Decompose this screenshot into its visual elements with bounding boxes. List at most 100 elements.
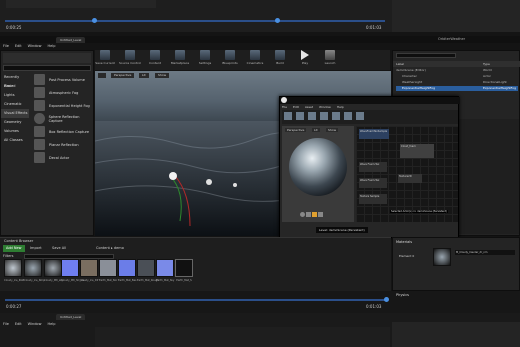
list-item[interactable]: Exponential Height Fog (31, 99, 93, 112)
asset-thumbnail[interactable] (24, 259, 42, 277)
mat-vp-perspective[interactable]: Perspective (285, 128, 307, 132)
mat-menu-asset[interactable]: Asset (305, 105, 313, 109)
asset-thumbnail[interactable] (61, 259, 79, 277)
build-icon (275, 50, 285, 60)
mat-find-button[interactable] (296, 112, 304, 120)
graph-node[interactable]: Wave Foam.Tex (359, 178, 387, 188)
breadcrumb-demo[interactable]: demo (114, 246, 124, 250)
add-new-button[interactable]: Add New (3, 245, 25, 252)
col-label[interactable]: Label (396, 61, 404, 67)
filters-button[interactable]: Filters (3, 254, 14, 258)
top-timeline-handle[interactable] (92, 18, 97, 23)
mat-home-button[interactable] (332, 112, 340, 120)
menu-edit[interactable]: Edit (15, 44, 22, 48)
top-timeline-handle-2[interactable] (275, 18, 280, 23)
list-item[interactable]: Post Process Volume (31, 73, 93, 86)
graph-node[interactable]: Cloud_foam (400, 144, 434, 158)
class-search-input[interactable] (3, 65, 91, 71)
graph-node[interactable]: WaveFoamTexSample (359, 129, 389, 139)
asset-thumbnail[interactable] (4, 259, 22, 277)
mat-apply-button[interactable] (308, 112, 316, 120)
content-button[interactable]: Content (148, 50, 162, 68)
table-row[interactable]: WeatherLight DirectionalLight (396, 80, 518, 85)
col-type[interactable]: Type (483, 61, 490, 67)
asset-thumbnail[interactable] (44, 259, 62, 277)
bottom-timeline-handle[interactable] (384, 297, 389, 302)
build-button[interactable]: Build (273, 50, 287, 68)
list-item[interactable]: Atmospheric Fog (31, 86, 93, 99)
category-cinematic[interactable]: Cinematic (1, 100, 29, 109)
mat-search-button[interactable] (320, 112, 328, 120)
marketplace-button[interactable]: Marketplace (171, 50, 189, 68)
source-control-button[interactable]: Source Control (119, 50, 141, 68)
mat-menu-file[interactable]: File (282, 105, 287, 109)
asset-thumbnail[interactable] (156, 259, 174, 277)
category-lights[interactable]: Lights (1, 91, 29, 100)
asset-thumbnail[interactable] (175, 259, 193, 277)
list-item[interactable]: Decal Actor (31, 151, 93, 164)
top-timeline-track[interactable] (5, 20, 385, 22)
cube-shape-icon[interactable] (306, 212, 311, 217)
table-row[interactable]: ExponentialHeightFog ExponentialHeightFog (396, 86, 518, 91)
cinematics-button[interactable]: Cinematics (247, 50, 263, 68)
asset-thumbnail[interactable] (137, 259, 155, 277)
asset-thumbnail[interactable] (80, 259, 98, 277)
list-item[interactable]: Planar Reflection (31, 138, 93, 151)
category-recently-placed[interactable]: Recently Placed (1, 73, 29, 88)
mat-vp-show[interactable]: Show (326, 128, 339, 132)
save-current-button[interactable]: Save Current (95, 50, 115, 68)
graph-node[interactable]: Wave Foam.Tex (359, 162, 387, 172)
mat-connectors-button[interactable] (356, 112, 364, 120)
cylinder-shape-icon[interactable] (318, 212, 323, 217)
save-all-button[interactable]: Save All (52, 246, 66, 250)
material-preview[interactable]: Perspective Lit Show (282, 126, 354, 222)
editor-tab[interactable]: Untitled_Level (56, 37, 86, 43)
material-graph[interactable]: WaveFoamTexSample Cloud_foam Wave Foam.T… (356, 126, 458, 222)
content-icon (150, 50, 160, 60)
play-button[interactable]: Play (298, 50, 312, 68)
breadcrumb-content[interactable]: Content (96, 246, 110, 250)
plane-shape-icon[interactable] (312, 212, 317, 217)
category-all-classes[interactable]: All Classes (1, 136, 29, 145)
viewport-lit[interactable]: Lit (139, 73, 149, 78)
list-item[interactable]: Sphere Reflection Capture (31, 112, 93, 125)
bottom-time-right: 0:01:03 (366, 304, 382, 309)
table-row[interactable]: Character Actor (396, 74, 518, 79)
outliner-header: Label Type (393, 61, 520, 67)
mat-menu-help[interactable]: Help (337, 105, 344, 109)
asset-thumbnail[interactable] (99, 259, 117, 277)
mat-cleanup-button[interactable] (344, 112, 352, 120)
table-row[interactable]: demoScene (Editor) World (396, 68, 518, 73)
post-process-icon (34, 74, 45, 85)
sphere-shape-icon[interactable] (300, 212, 305, 217)
menu-window[interactable]: Window (28, 44, 42, 48)
mat-vp-lit[interactable]: Lit (312, 128, 320, 132)
list-item[interactable]: Box Reflection Capture (31, 125, 93, 138)
launch-button[interactable]: Launch (323, 50, 337, 68)
graph-node[interactable]: Texture Sample (359, 194, 387, 204)
category-geometry[interactable]: Geometry (1, 118, 29, 127)
top-thumbnails (6, 0, 156, 8)
menu-help[interactable]: Help (47, 44, 55, 48)
viewport-perspective[interactable]: Perspective (111, 73, 135, 78)
graph-node[interactable]: Texture2D (398, 174, 422, 183)
category-volumes[interactable]: Volumes (1, 127, 29, 136)
blueprints-button[interactable]: Blueprints (222, 50, 238, 68)
settings-button[interactable]: Settings (198, 50, 212, 68)
outliner-search-input[interactable] (396, 53, 456, 58)
viewport-show[interactable]: Show (155, 73, 170, 78)
material-dropdown[interactable]: M_Cloudy_Cauder_dr_nm (455, 250, 515, 255)
asset-thumbnail[interactable] (118, 259, 136, 277)
mat-menu-window[interactable]: Window (319, 105, 331, 109)
menu-file[interactable]: File (3, 44, 9, 48)
material-thumbnail[interactable] (433, 248, 451, 266)
mat-menu-edit[interactable]: Edit (293, 105, 299, 109)
bottom-editor-tab[interactable]: Untitled_Level (56, 314, 86, 320)
mat-save-button[interactable] (284, 112, 292, 120)
import-button[interactable]: Import (30, 246, 42, 250)
bottom-timeline-track[interactable] (5, 299, 385, 301)
save-icon (100, 50, 110, 60)
category-visual-effects[interactable]: Visual Effects (1, 109, 29, 118)
viewport-menu-icon[interactable] (98, 73, 106, 78)
preview-shape-bar (300, 212, 336, 219)
